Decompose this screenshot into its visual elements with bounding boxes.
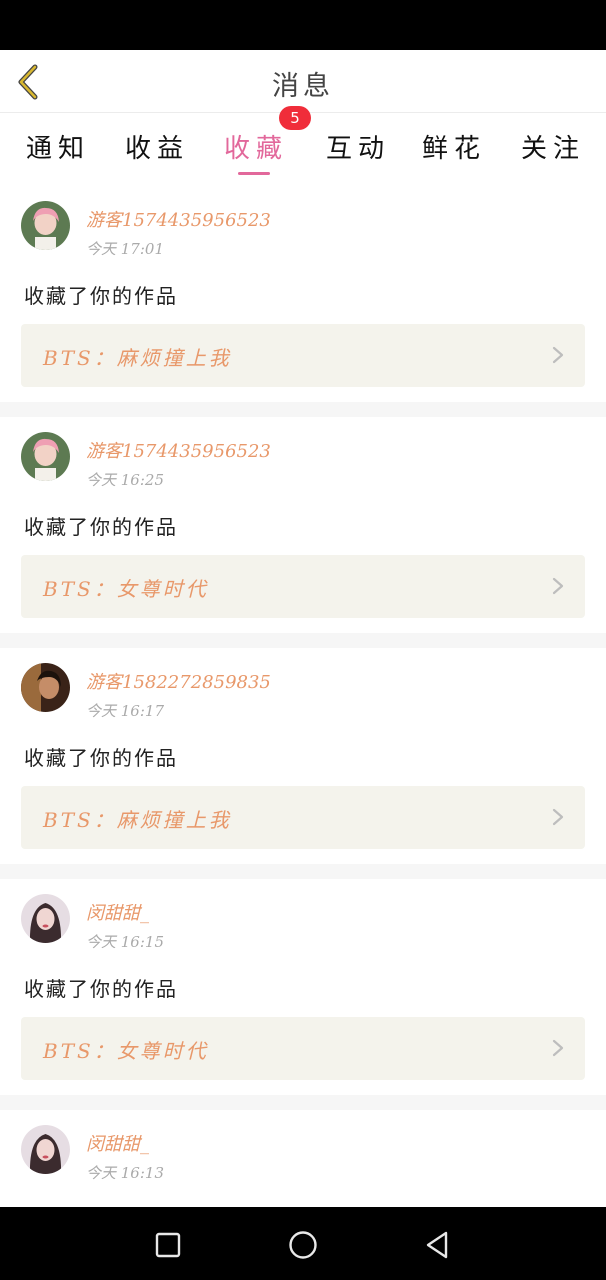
divider [0,1095,606,1110]
message-card: 游客1574435956523 今天 16:25 收藏了你的作品 BTS：女尊时… [0,417,606,633]
username[interactable]: 闵甜甜_ [86,899,149,925]
chevron-right-icon [552,346,564,364]
timestamp: 今天 16:15 [86,933,164,951]
avatar[interactable] [21,432,70,481]
tab-notifications[interactable]: 通知 [26,128,90,165]
tab-interactions[interactable]: 互动 [326,128,390,165]
tab-favorites[interactable]: 收藏 [224,128,288,165]
work-link[interactable]: BTS：麻烦撞上我 [21,324,585,387]
timestamp: 今天 16:13 [86,1164,164,1182]
message-card: 游客1574435956523 今天 17:01 收藏了你的作品 BTS：麻烦撞… [0,186,606,402]
work-title: BTS：女尊时代 [43,1039,209,1063]
avatar[interactable] [21,1125,70,1174]
message-card: 游客1582272859835 今天 16:17 收藏了你的作品 BTS：麻烦撞… [0,648,606,864]
tab-flowers[interactable]: 鲜花 [422,128,486,165]
work-title: BTS：麻烦撞上我 [43,346,232,370]
back-nav-button[interactable] [417,1225,457,1265]
recent-apps-button[interactable] [148,1225,188,1265]
avatar[interactable] [21,894,70,943]
home-button[interactable] [283,1225,323,1265]
tab-follows[interactable]: 关注 [521,128,585,165]
chevron-right-icon [552,577,564,595]
work-link[interactable]: BTS：女尊时代 [21,555,585,618]
message-card: 闵甜甜_ 今天 16:13 [0,1110,606,1207]
divider [0,633,606,648]
timestamp: 今天 16:17 [86,702,164,720]
avatar[interactable] [21,663,70,712]
system-nav-bar [0,1207,606,1280]
action-text: 收藏了你的作品 [24,515,178,539]
username[interactable]: 闵甜甜_ [86,1130,149,1156]
username[interactable]: 游客1574435956523 [86,206,271,232]
page-title: 消息 [272,71,334,102]
action-text: 收藏了你的作品 [24,284,178,308]
message-card: 闵甜甜_ 今天 16:15 收藏了你的作品 BTS：女尊时代 [0,879,606,1095]
header: 消息 [0,50,606,113]
chevron-right-icon [552,808,564,826]
username[interactable]: 游客1582272859835 [86,668,271,694]
username[interactable]: 游客1574435956523 [86,437,271,463]
active-tab-indicator [238,172,270,175]
status-bar [0,0,606,50]
divider [0,864,606,879]
work-title: BTS：麻烦撞上我 [43,808,232,832]
circle-icon [289,1231,317,1259]
action-text: 收藏了你的作品 [24,977,178,1001]
timestamp: 今天 16:25 [86,471,164,489]
tab-earnings[interactable]: 收益 [125,128,189,165]
triangle-back-icon [426,1231,448,1259]
work-title: BTS：女尊时代 [43,577,209,601]
timestamp: 今天 17:01 [86,240,164,258]
chevron-right-icon [552,1039,564,1057]
unread-badge: 5 [279,106,311,130]
work-link[interactable]: BTS：麻烦撞上我 [21,786,585,849]
action-text: 收藏了你的作品 [24,746,178,770]
work-link[interactable]: BTS：女尊时代 [21,1017,585,1080]
divider [0,402,606,417]
avatar[interactable] [21,201,70,250]
square-icon [155,1232,181,1258]
